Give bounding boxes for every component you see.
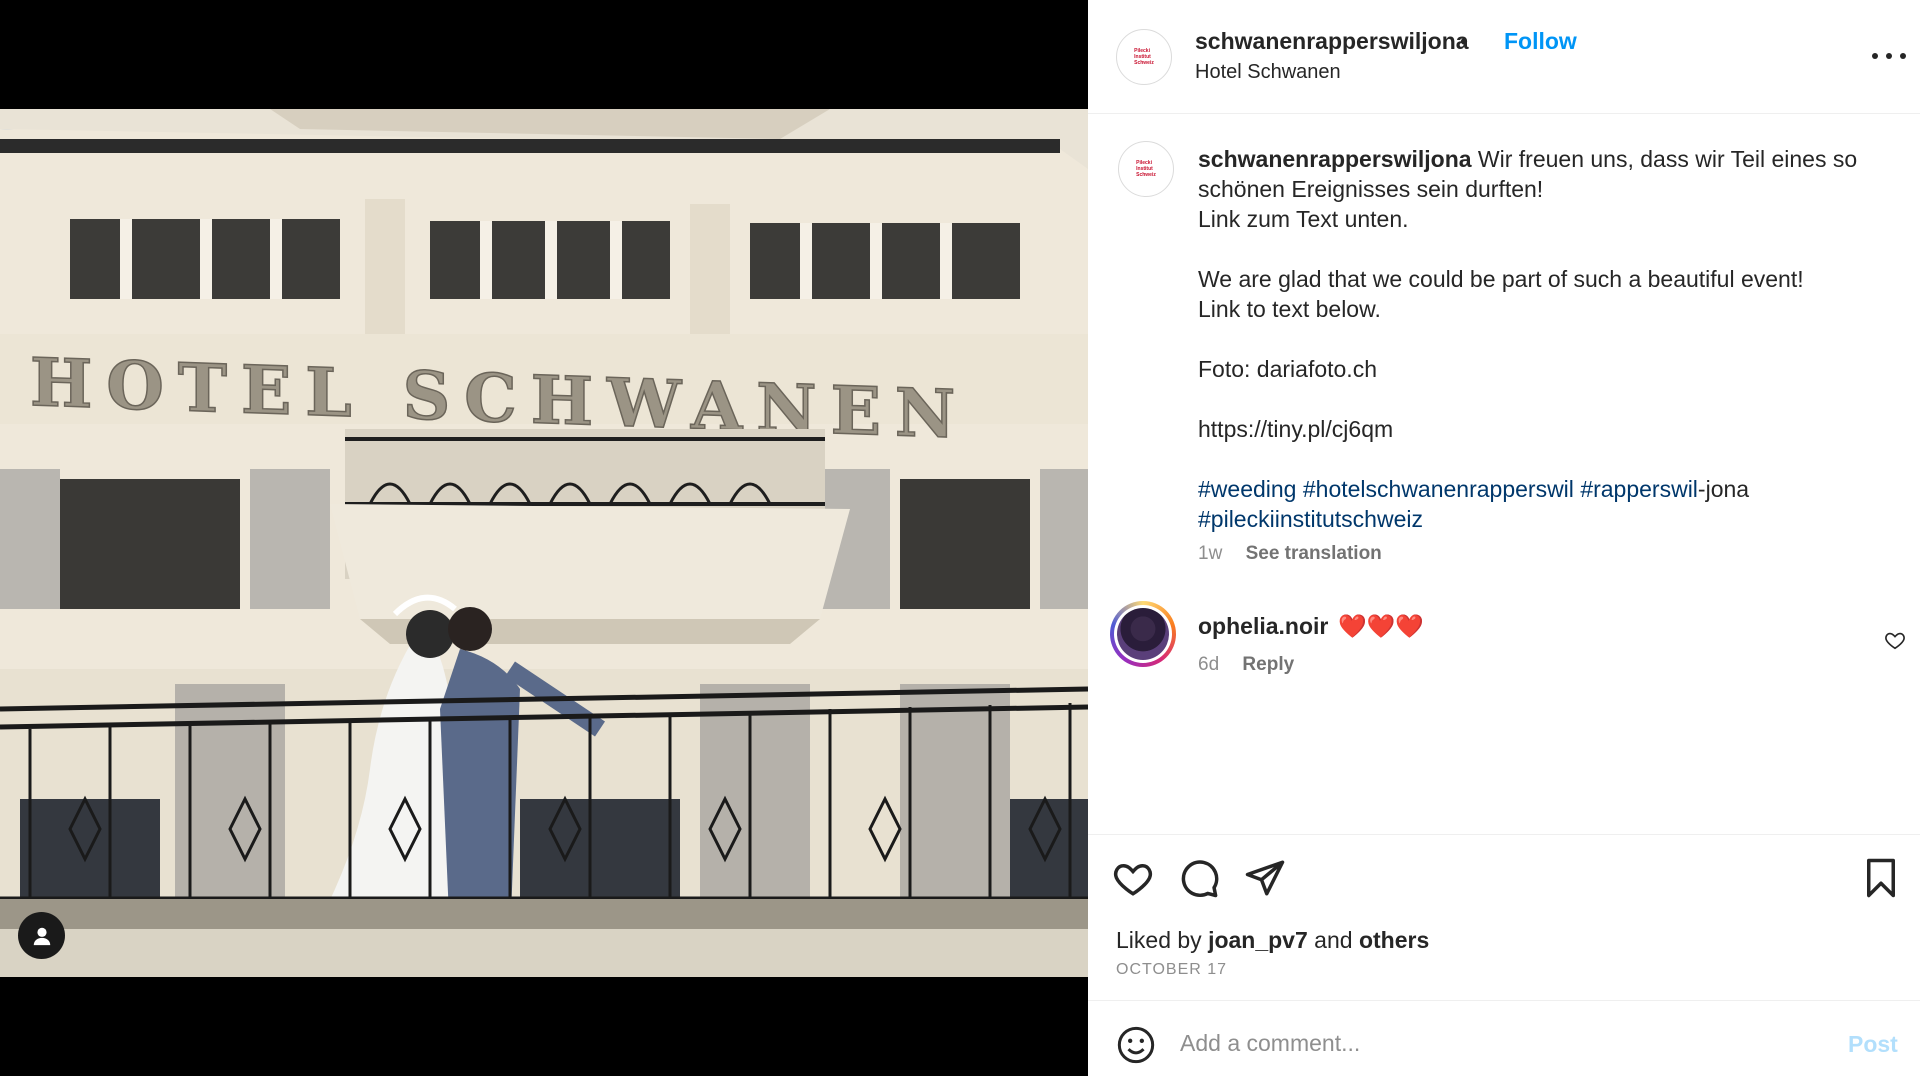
- liked-by-others[interactable]: others: [1359, 927, 1429, 953]
- caption-username[interactable]: schwanenrapperswiljona: [1198, 146, 1472, 172]
- comment-item: ophelia.noir ❤️❤️❤️ 6d Reply: [1088, 601, 1920, 681]
- commenter-avatar[interactable]: [1110, 601, 1176, 667]
- see-translation-button[interactable]: See translation: [1246, 543, 1382, 564]
- caption-author-avatar[interactable]: Pilecki Institut Schweiz: [1118, 141, 1174, 197]
- heart-icon[interactable]: [1112, 857, 1154, 899]
- emoji-icon[interactable]: [1116, 1025, 1156, 1065]
- post-date[interactable]: OCTOBER 17: [1116, 961, 1227, 979]
- bookmark-icon[interactable]: [1860, 857, 1902, 899]
- post-comment-button[interactable]: Post: [1848, 1031, 1898, 1058]
- header-separator: •: [1460, 28, 1469, 54]
- post-actions: Liked by joan_pv7 and others OCTOBER 17: [1088, 834, 1920, 1000]
- liked-by-user[interactable]: joan_pv7: [1208, 927, 1308, 953]
- comment-icon[interactable]: [1178, 857, 1220, 899]
- more-icon[interactable]: [1872, 44, 1906, 68]
- post-media: HOTEL SCHWANEN: [0, 0, 1088, 1076]
- post-location[interactable]: Hotel Schwanen: [1195, 61, 1341, 84]
- liked-by: Liked by joan_pv7 and others: [1116, 927, 1429, 954]
- post-sidebar: Pilecki Institut Schweiz schwanenrappers…: [1088, 0, 1920, 1076]
- caption-age: 1w: [1198, 543, 1223, 564]
- add-comment-bar: Post: [1088, 1000, 1920, 1076]
- follow-button[interactable]: Follow: [1504, 28, 1577, 55]
- caption-line: Link zum Text unten.: [1198, 206, 1409, 232]
- hashtag-suffix: -jona: [1697, 476, 1750, 502]
- hotel-photo-illustration: HOTEL SCHWANEN: [0, 109, 1088, 977]
- post-caption: schwanenrapperswiljona Wir freuen uns, d…: [1198, 144, 1888, 534]
- caption-line: We are glad that we could be part of suc…: [1198, 266, 1804, 292]
- paper-plane-icon[interactable]: [1244, 857, 1286, 899]
- hashtag-link[interactable]: #weeding: [1198, 476, 1296, 502]
- caption-link[interactable]: https://tiny.pl/cj6qm: [1198, 414, 1888, 444]
- author-avatar[interactable]: Pilecki Institut Schweiz: [1116, 29, 1172, 85]
- commenter-username[interactable]: ophelia.noir: [1198, 613, 1328, 640]
- caption-area: Pilecki Institut Schweiz schwanenrappers…: [1088, 114, 1920, 834]
- hashtag-link[interactable]: #hotelschwanenrapperswil: [1303, 476, 1574, 502]
- avatar-logo-text: Pilecki Institut Schweiz: [1134, 48, 1154, 66]
- reply-button[interactable]: Reply: [1242, 654, 1294, 675]
- comment-meta: 6d Reply: [1198, 654, 1294, 676]
- hashtag-link[interactable]: #rapperswil: [1580, 476, 1698, 502]
- instagram-post: HOTEL SCHWANEN Pilecki Institut Schweiz …: [0, 0, 1920, 1076]
- user-tag-icon[interactable]: [18, 912, 65, 959]
- comment-heart-icon[interactable]: [1884, 629, 1906, 651]
- liked-by-prefix: Liked by: [1116, 927, 1202, 953]
- avatar-logo-text: Pilecki Institut Schweiz: [1136, 160, 1156, 178]
- liked-by-and: and: [1314, 927, 1353, 953]
- comment-input[interactable]: [1180, 1021, 1780, 1065]
- post-header: Pilecki Institut Schweiz schwanenrappers…: [1088, 0, 1920, 114]
- caption-line: Foto: dariafoto.ch: [1198, 356, 1377, 382]
- caption-meta: 1w See translation: [1198, 543, 1382, 565]
- comment-age: 6d: [1198, 654, 1220, 675]
- caption-line: Link to text below.: [1198, 296, 1381, 322]
- hashtags: #weeding #hotelschwanenrapperswil #rappe…: [1198, 474, 1888, 534]
- author-username[interactable]: schwanenrapperswiljona: [1195, 28, 1469, 55]
- comment-text: ❤️❤️❤️: [1338, 613, 1424, 639]
- post-photo[interactable]: HOTEL SCHWANEN: [0, 109, 1088, 977]
- hashtag-link[interactable]: #pileckiinstitutschweiz: [1198, 506, 1423, 532]
